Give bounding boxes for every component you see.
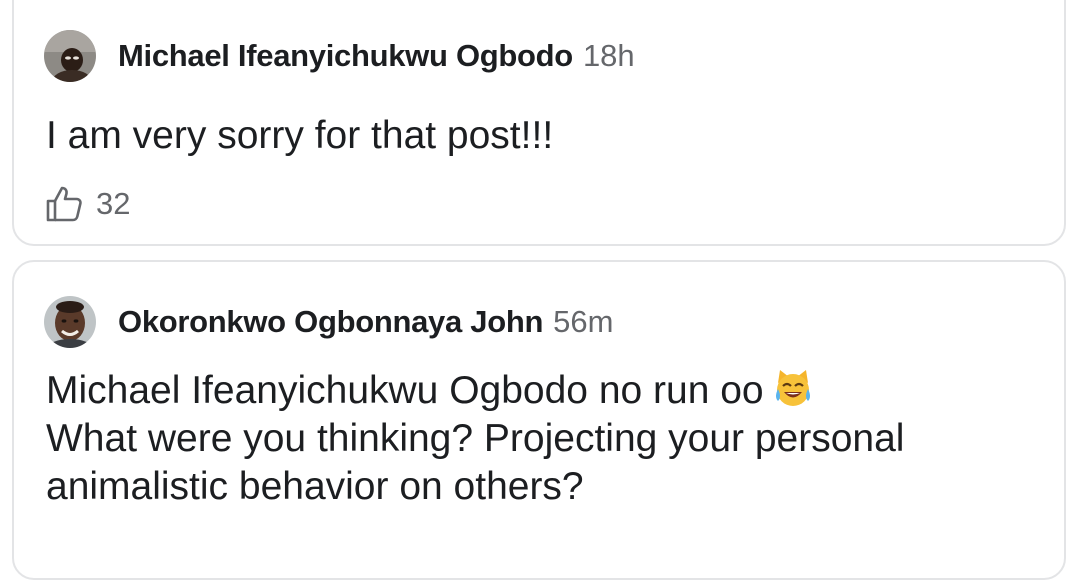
comment-text: Michael Ifeanyichukwu Ogbodo no run oo W…: [46, 367, 1024, 511]
comment-author-name[interactable]: Okoronkwo Ogbonnaya John: [118, 304, 543, 340]
comment-timestamp: 56m: [553, 304, 614, 339]
comment-text: I am very sorry for that post!!!: [46, 114, 554, 157]
comment-card: Michael Ifeanyichukwu Ogbodo 18h I am ve…: [12, 0, 1066, 246]
like-count: 32: [96, 186, 131, 221]
avatar-photo-icon: [44, 296, 96, 348]
cat-with-tears-of-joy-icon: [775, 370, 810, 406]
user-avatar[interactable]: [44, 30, 96, 82]
comment-header: Michael Ifeanyichukwu Ogbodo 18h: [44, 30, 635, 82]
comment-line: What were you thinking? Projecting your …: [46, 417, 905, 460]
comment-line-text: Michael Ifeanyichukwu Ogbodo no run oo: [46, 369, 764, 412]
thumbs-up-icon: [46, 186, 82, 222]
comment-author-name[interactable]: Michael Ifeanyichukwu Ogbodo: [118, 38, 573, 74]
comment-header: Okoronkwo Ogbonnaya John 56m: [44, 296, 613, 348]
avatar-photo-icon: [44, 30, 96, 82]
comment-line: Michael Ifeanyichukwu Ogbodo no run oo: [46, 367, 1024, 415]
comment-timestamp: 18h: [582, 38, 635, 73]
like-button[interactable]: 32: [44, 184, 130, 224]
comment-line: animalistic behavior on others?: [46, 465, 584, 508]
user-avatar[interactable]: [44, 296, 96, 348]
comment-card: Okoronkwo Ogbonnaya John 56m Michael Ife…: [12, 260, 1066, 580]
